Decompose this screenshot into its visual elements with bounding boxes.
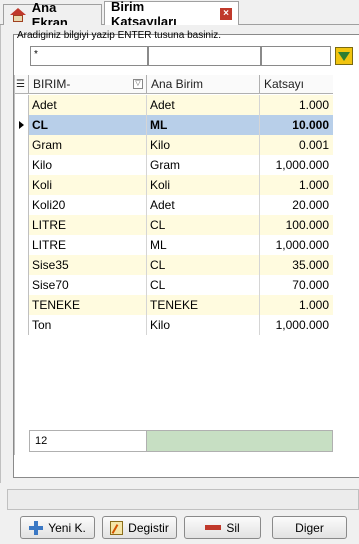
filter-birim-input[interactable]: * bbox=[30, 46, 148, 66]
cell-birim[interactable]: Sise35 bbox=[29, 255, 147, 275]
cell-katsayi[interactable]: 10.000 bbox=[260, 115, 333, 135]
minus-icon bbox=[205, 525, 222, 530]
row-indicator[interactable] bbox=[14, 295, 29, 315]
column-header-katsayi[interactable]: Katsayı bbox=[260, 75, 333, 94]
cell-birim[interactable]: Adet bbox=[29, 95, 147, 115]
table-row[interactable]: Sise70 CL 70.000 bbox=[14, 275, 333, 295]
row-indicator[interactable] bbox=[14, 175, 29, 195]
tab-birim-katsayilari[interactable]: Birim Katsayıları × bbox=[104, 0, 239, 29]
cell-ana-birim[interactable]: Kilo bbox=[147, 135, 260, 155]
grid-left-border bbox=[14, 75, 15, 455]
edit-button[interactable]: Degistir bbox=[102, 516, 177, 539]
row-indicator[interactable] bbox=[14, 215, 29, 235]
cell-katsayi[interactable]: 100.000 bbox=[260, 215, 333, 235]
cell-birim[interactable]: Sise70 bbox=[29, 275, 147, 295]
delete-button[interactable]: Sil bbox=[184, 516, 261, 539]
bottom-toolbar: Yeni K. Degistir Sil Diger bbox=[0, 511, 359, 544]
cell-ana-birim[interactable]: ML bbox=[147, 235, 260, 255]
cell-katsayi[interactable]: 1,000.000 bbox=[260, 155, 333, 175]
cell-ana-birim[interactable]: TENEKE bbox=[147, 295, 260, 315]
column-header-birim[interactable]: BIRIM- ▽ bbox=[29, 75, 147, 94]
row-indicator[interactable] bbox=[14, 195, 29, 215]
table-row[interactable]: Koli20 Adet 20.000 bbox=[14, 195, 333, 215]
cell-ana-birim[interactable]: Koli bbox=[147, 175, 260, 195]
row-indicator[interactable] bbox=[14, 135, 29, 155]
cell-katsayi[interactable]: 70.000 bbox=[260, 275, 333, 295]
current-row-arrow-icon bbox=[19, 121, 24, 129]
cell-katsayi[interactable]: 1,000.000 bbox=[260, 235, 333, 255]
cell-birim[interactable]: TENEKE bbox=[29, 295, 147, 315]
row-indicator[interactable] bbox=[14, 235, 29, 255]
grid-header: ☰ BIRIM- ▽ Ana Birim Katsayı bbox=[14, 75, 333, 94]
table-row[interactable]: Koli Koli 1.000 bbox=[14, 175, 333, 195]
cell-ana-birim[interactable]: Adet bbox=[147, 95, 260, 115]
table-row[interactable]: Sise35 CL 35.000 bbox=[14, 255, 333, 275]
cell-katsayi[interactable]: 1.000 bbox=[260, 175, 333, 195]
new-button-label: Yeni K. bbox=[48, 520, 86, 535]
cell-birim[interactable]: LITRE bbox=[29, 215, 147, 235]
other-button[interactable]: Diger bbox=[272, 516, 347, 539]
cell-katsayi[interactable]: 0.001 bbox=[260, 135, 333, 155]
column-header-katsayi-label: Katsayı bbox=[264, 77, 305, 91]
cell-katsayi[interactable]: 1.000 bbox=[260, 295, 333, 315]
plus-icon bbox=[29, 520, 44, 535]
table-row[interactable]: Adet Adet 1.000 bbox=[14, 95, 333, 115]
row-indicator[interactable] bbox=[14, 115, 29, 135]
filter-katsayi-input[interactable] bbox=[261, 46, 331, 66]
row-indicator[interactable] bbox=[14, 315, 29, 335]
table-row[interactable]: LITRE CL 100.000 bbox=[14, 215, 333, 235]
cell-ana-birim[interactable]: ML bbox=[147, 115, 260, 135]
cell-ana-birim[interactable]: CL bbox=[147, 215, 260, 235]
row-indicator[interactable] bbox=[14, 95, 29, 115]
cell-katsayi[interactable]: 1.000 bbox=[260, 95, 333, 115]
close-icon[interactable]: × bbox=[220, 7, 232, 20]
table-row[interactable]: Ton Kilo 1,000.000 bbox=[14, 315, 333, 335]
cell-birim[interactable]: Ton bbox=[29, 315, 147, 335]
filter-button[interactable] bbox=[335, 47, 353, 65]
column-header-ana-birim-label: Ana Birim bbox=[151, 77, 204, 91]
sort-filter-icon[interactable]: ▽ bbox=[133, 79, 143, 89]
cell-birim[interactable]: Koli bbox=[29, 175, 147, 195]
new-button[interactable]: Yeni K. bbox=[20, 516, 95, 539]
table-row[interactable]: Kilo Gram 1,000.000 bbox=[14, 155, 333, 175]
cell-birim[interactable]: CL bbox=[29, 115, 147, 135]
tab-ana-ekran[interactable]: Ana Ekran bbox=[3, 0, 102, 30]
column-header-ana-birim[interactable]: Ana Birim bbox=[147, 75, 260, 94]
cell-birim[interactable]: Koli20 bbox=[29, 195, 147, 215]
filter-icon bbox=[338, 51, 350, 61]
tab-strip: Ana Ekran Birim Katsayıları × bbox=[0, 0, 359, 30]
cell-ana-birim[interactable]: Gram bbox=[147, 155, 260, 175]
cell-ana-birim[interactable]: Adet bbox=[147, 195, 260, 215]
grid-footer: 12 bbox=[29, 430, 333, 452]
row-indicator[interactable] bbox=[14, 275, 29, 295]
table-row[interactable]: TENEKE TENEKE 1.000 bbox=[14, 295, 333, 315]
cell-katsayi[interactable]: 1,000.000 bbox=[260, 315, 333, 335]
row-indicator[interactable] bbox=[14, 155, 29, 175]
home-icon bbox=[10, 8, 26, 22]
filter-ana-birim-input[interactable] bbox=[148, 46, 261, 66]
cell-ana-birim[interactable]: Kilo bbox=[147, 315, 260, 335]
cell-ana-birim[interactable]: CL bbox=[147, 275, 260, 295]
edit-icon bbox=[110, 520, 124, 535]
table-row-selected[interactable]: CL ML 10.000 bbox=[14, 115, 333, 135]
row-indicator[interactable] bbox=[14, 255, 29, 275]
delete-button-label: Sil bbox=[226, 520, 240, 535]
table-row[interactable]: LITRE ML 1,000.000 bbox=[14, 235, 333, 255]
cell-ana-birim[interactable]: CL bbox=[147, 255, 260, 275]
cell-birim[interactable]: Kilo bbox=[29, 155, 147, 175]
column-chooser-icon[interactable]: ☰ bbox=[14, 75, 29, 94]
edit-button-label: Degistir bbox=[128, 520, 169, 535]
record-count: 12 bbox=[30, 431, 147, 451]
other-button-label: Diger bbox=[295, 520, 324, 535]
status-bar bbox=[7, 489, 359, 510]
cell-birim[interactable]: LITRE bbox=[29, 235, 147, 255]
search-hint: Aradiginiz bilgiyi yazip ENTER tusuna ba… bbox=[17, 30, 221, 41]
cell-katsayi[interactable]: 35.000 bbox=[260, 255, 333, 275]
cell-birim[interactable]: Gram bbox=[29, 135, 147, 155]
table-row[interactable]: Gram Kilo 0.001 bbox=[14, 135, 333, 155]
footer-summary-area bbox=[147, 431, 332, 451]
cell-katsayi[interactable]: 20.000 bbox=[260, 195, 333, 215]
column-header-birim-label: BIRIM- bbox=[33, 77, 71, 91]
